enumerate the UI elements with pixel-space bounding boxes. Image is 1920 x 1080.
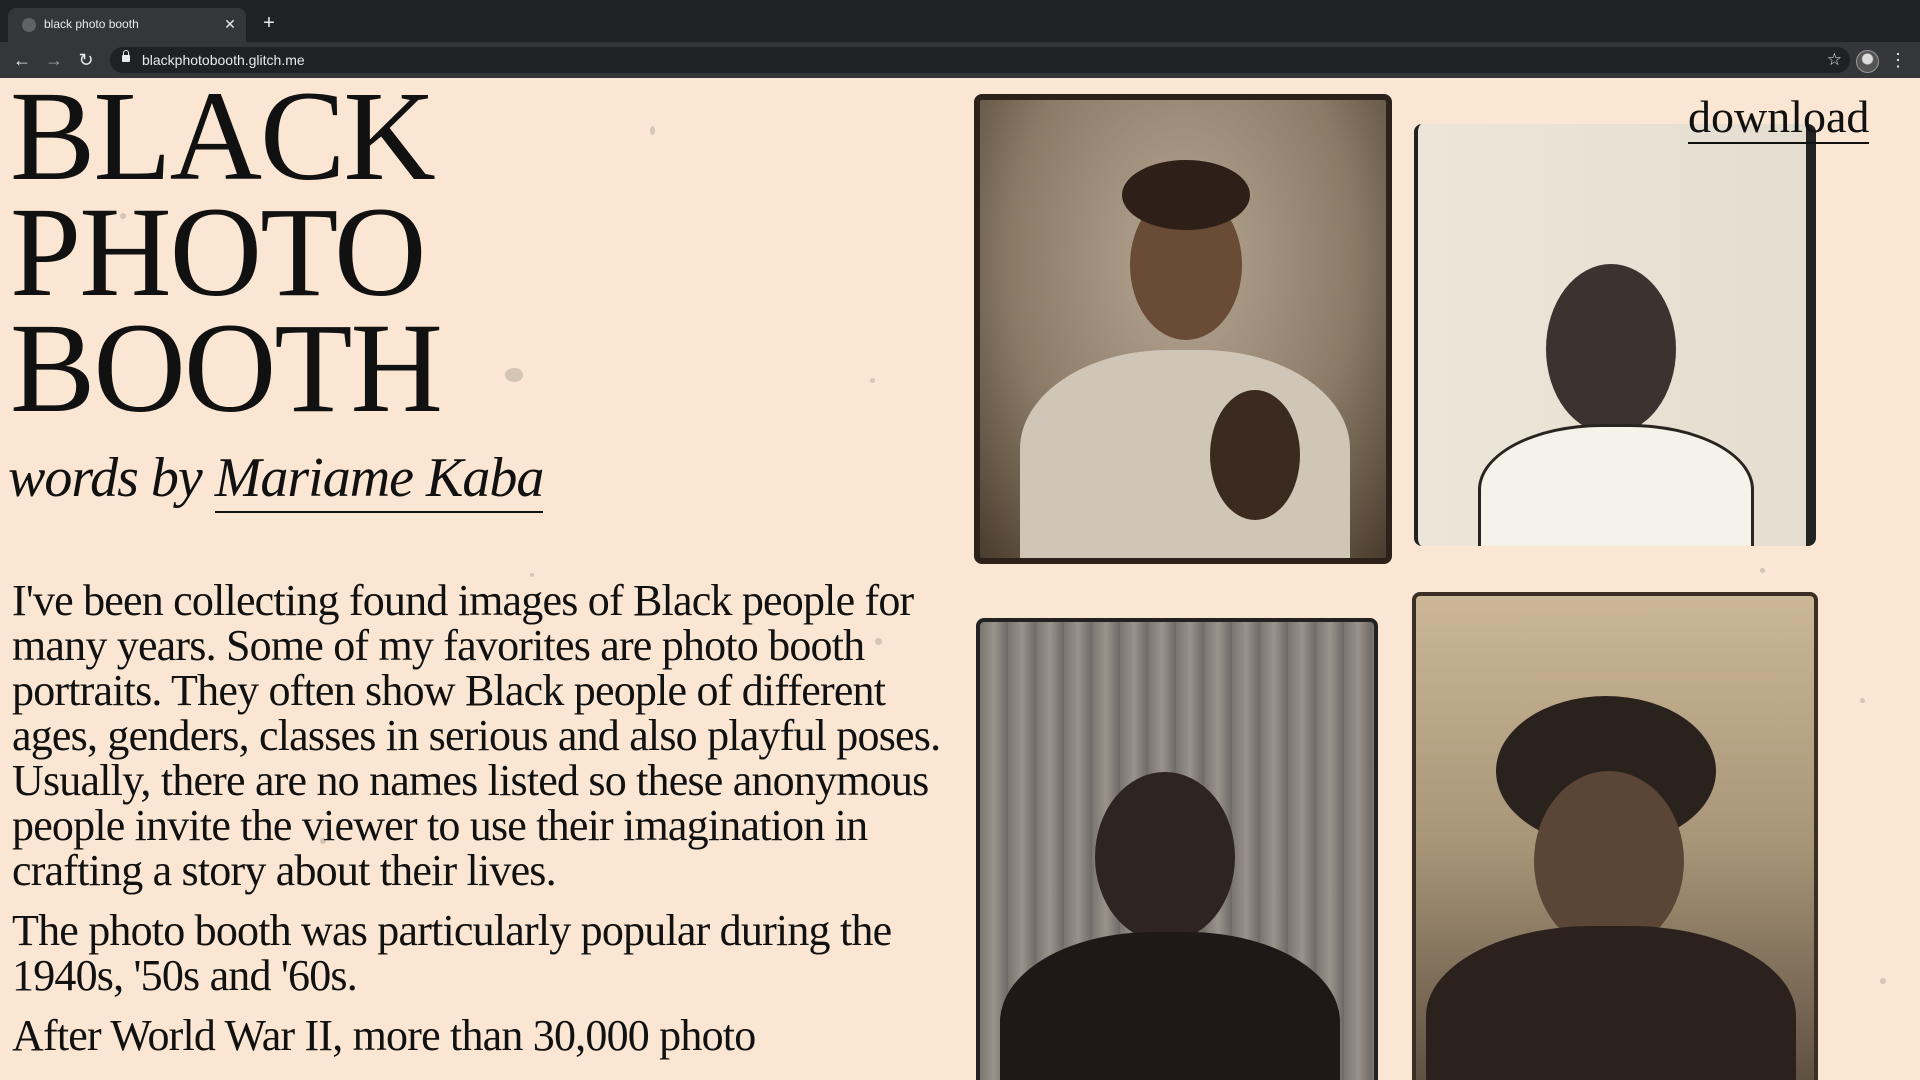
browser-tab-strip: black photo booth ✕ + (0, 0, 1920, 42)
dust-speck (870, 378, 875, 383)
url-text[interactable]: blackphotobooth.glitch.me (142, 52, 305, 68)
byline-prefix: words by (8, 447, 215, 509)
new-tab-button[interactable]: + (258, 12, 280, 34)
intro-paragraph-2: The photo booth was particularly popular… (12, 906, 892, 1000)
page-title: BLACK PHOTO BOOTH (10, 78, 443, 439)
portrait-body (1478, 424, 1754, 546)
browser-toolbar: ← → ↻ blackphotobooth.glitch.me ☆ ⋮ (0, 42, 1920, 78)
dust-speck (1760, 568, 1765, 573)
address-bar[interactable]: blackphotobooth.glitch.me ☆ (110, 47, 1850, 73)
tab-title: black photo booth (44, 17, 139, 31)
reload-icon[interactable]: ↻ (74, 48, 98, 72)
intro-paragraph-3: After World War II, more than 30,000 pho… (12, 1011, 756, 1060)
portrait-photo-child (1414, 124, 1816, 546)
dust-speck (1880, 978, 1886, 984)
portrait-hair (1122, 160, 1250, 230)
dust-speck (650, 126, 655, 135)
page-content: BLACK PHOTO BOOTH words by Mariame Kaba … (0, 78, 1920, 1080)
portrait-body (1000, 932, 1340, 1080)
lock-icon[interactable] (122, 50, 130, 62)
title-line-3: BOOTH (10, 297, 443, 439)
portrait-face (1546, 264, 1676, 434)
globe-icon (22, 18, 36, 32)
author-link[interactable]: Mariame Kaba (214, 447, 544, 513)
back-arrow-icon[interactable]: ← (10, 48, 34, 72)
title-line-2: PHOTO (10, 181, 426, 323)
portrait-face (1095, 772, 1235, 942)
portrait-corsage (1210, 390, 1300, 520)
dust-speck (1860, 698, 1865, 703)
menu-kebab-icon[interactable]: ⋮ (1888, 48, 1908, 72)
title-line-1: BLACK (10, 78, 436, 207)
browser-tab[interactable]: black photo booth ✕ (8, 8, 246, 42)
byline: words by Mariame Kaba (8, 446, 544, 513)
portrait-photo-woman-hat (1412, 592, 1818, 1080)
portrait-face (1534, 771, 1684, 951)
close-icon[interactable]: ✕ (222, 16, 238, 32)
portrait-photo-woman-smiling (974, 94, 1392, 564)
portrait-body (1020, 350, 1350, 558)
profile-avatar[interactable] (1856, 50, 1879, 73)
intro-text: I've been collecting found images of Bla… (12, 578, 952, 1073)
forward-arrow-icon[interactable]: → (42, 48, 66, 72)
bookmark-star-icon[interactable]: ☆ (1827, 50, 1842, 70)
download-link[interactable]: download (1688, 92, 1870, 144)
dust-speck (505, 368, 523, 382)
intro-paragraph-1: I've been collecting found images of Bla… (12, 576, 941, 895)
portrait-photo-boy (976, 618, 1378, 1080)
portrait-body (1426, 926, 1796, 1080)
